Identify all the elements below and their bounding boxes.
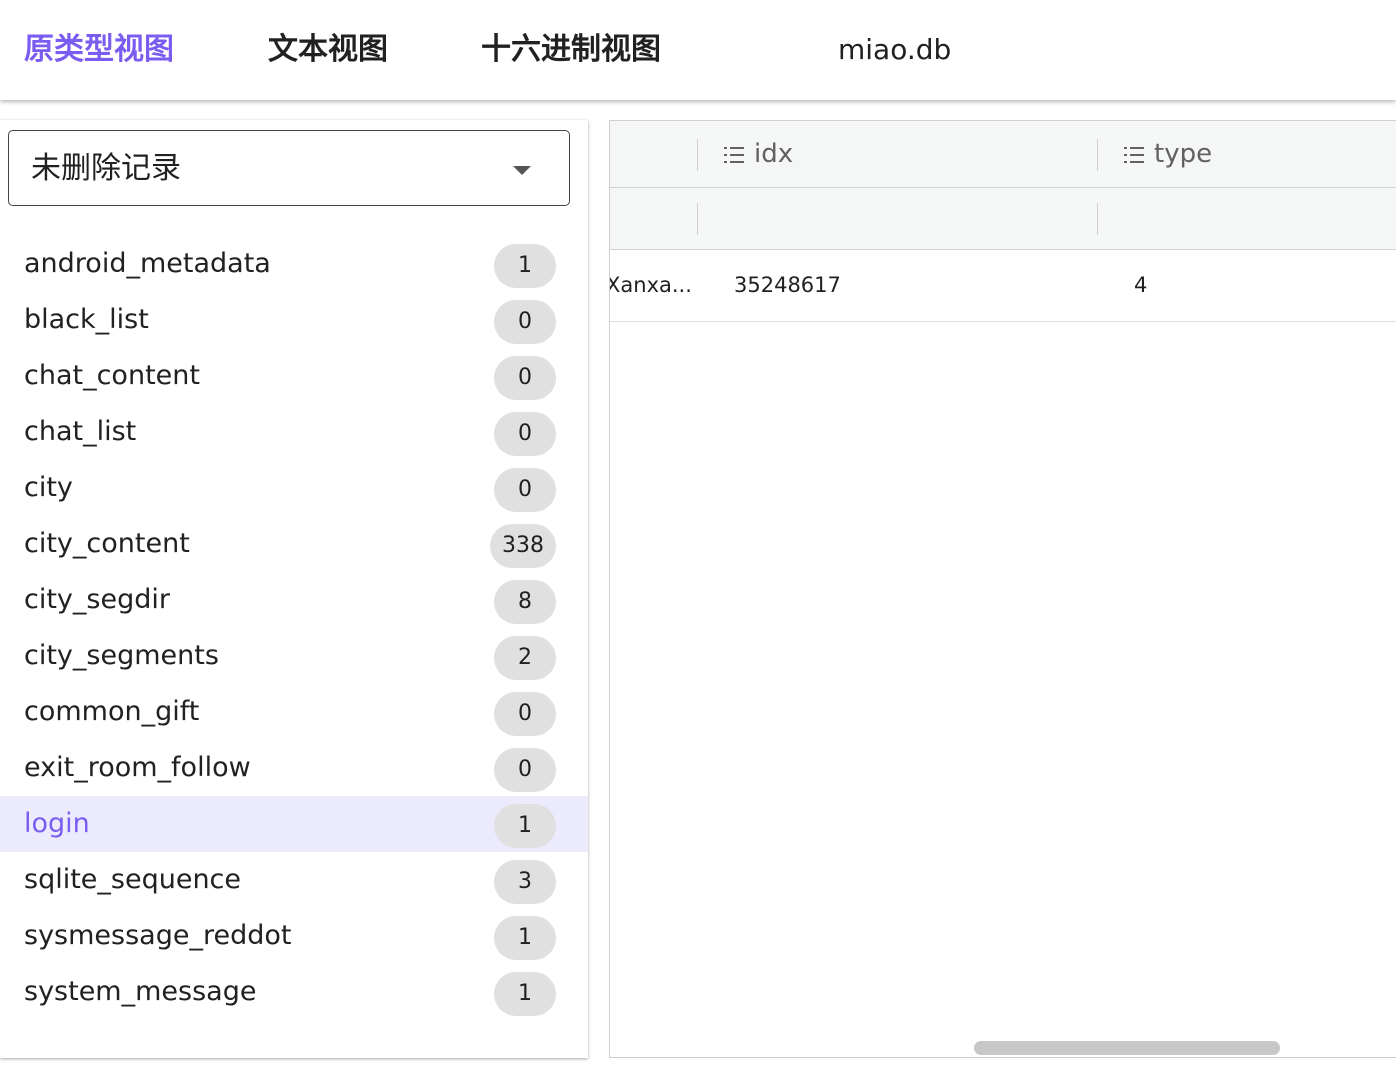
row-divider [610,321,1396,322]
top-toolbar: 原类型视图 文本视图 十六进制视图 miao.db [0,0,1396,100]
record-count-badge: 1 [494,916,556,960]
table-name: common_gift [24,696,200,727]
table-name: city [24,472,73,503]
table-name: chat_list [24,416,137,447]
column-title-type: type [1154,139,1213,169]
table-name: sqlite_sequence [24,864,242,895]
table-name: exit_room_follow [24,752,251,783]
record-count-badge: 0 [494,356,556,400]
list-icon [724,147,744,163]
table-name: login [24,808,90,839]
table-list-item[interactable]: login 1 [0,796,588,852]
record-count-badge: 8 [494,580,556,624]
table-list-item[interactable]: common_gift 0 [0,684,588,740]
record-filter-value: 未删除记录 [31,151,181,186]
record-count-badge: 1 [494,804,556,848]
filter-separator [1097,203,1098,235]
database-name: miao.db [838,33,952,66]
table-name: system_message [24,976,257,1007]
horizontal-scrollbar[interactable] [974,1041,1280,1055]
column-title-idx: idx [754,139,794,169]
record-count-badge: 2 [494,636,556,680]
caret-down-icon [513,166,531,175]
record-count-badge: 1 [494,244,556,288]
grid-header: idx type [610,121,1396,250]
column-header-type[interactable]: type [1124,121,1212,187]
table-list-item[interactable]: chat_content 0 [0,348,588,404]
record-count-badge: 0 [494,300,556,344]
table-list-item[interactable]: city 0 [0,460,588,516]
table-list-item[interactable]: black_list 0 [0,292,588,348]
record-count-badge: 3 [494,860,556,904]
record-filter-select[interactable]: 未删除记录 [8,130,570,206]
list-icon [1124,147,1144,163]
table-name: city_segdir [24,584,170,615]
data-grid: idx type Xanxa... 35248617 4 [609,120,1396,1058]
column-header-idx[interactable]: idx [724,121,793,187]
table-name: sysmessage_reddot [24,920,292,951]
record-count-badge: 0 [494,692,556,736]
record-count-badge: 0 [494,468,556,512]
record-count-badge: 0 [494,748,556,792]
table-list-item[interactable]: sysmessage_reddot 1 [0,908,588,964]
tab-text-view[interactable]: 文本视图 [268,28,388,72]
table-cell-idx[interactable]: 35248617 [734,249,841,321]
table-name: chat_content [24,360,200,391]
table-list-item[interactable]: city_segdir 8 [0,572,588,628]
table-list-item[interactable]: exit_room_follow 0 [0,740,588,796]
table-list-item[interactable]: android_metadata 1 [0,236,588,292]
filter-separator [697,203,698,235]
tab-raw-type-view[interactable]: 原类型视图 [24,28,174,72]
table-cell-truncated[interactable]: Xanxa... [610,249,692,321]
table-list-item[interactable]: system_message 1 [0,964,588,1020]
table-list: android_metadata 1 black_list 0 chat_content… [0,236,588,1020]
record-count-badge: 0 [494,412,556,456]
table-list-item[interactable]: city_segments 2 [0,628,588,684]
table-name: city_segments [24,640,219,671]
tab-hex-view[interactable]: 十六进制视图 [481,28,661,72]
table-cell-type[interactable]: 4 [1134,249,1147,321]
table-list-panel: 未删除记录 android_metadata 1 black_list 0 chat_c… [0,120,588,1058]
column-separator[interactable] [697,139,698,171]
table-list-item[interactable]: chat_list 0 [0,404,588,460]
column-separator[interactable] [1097,139,1098,171]
table-name: android_metadata [24,248,271,279]
table-list-item[interactable]: sqlite_sequence 3 [0,852,588,908]
record-count-badge: 1 [494,972,556,1016]
table-name: black_list [24,304,149,335]
table-name: city_content [24,528,190,559]
record-count-badge: 338 [490,524,556,568]
table-list-item[interactable]: city_content 338 [0,516,588,572]
